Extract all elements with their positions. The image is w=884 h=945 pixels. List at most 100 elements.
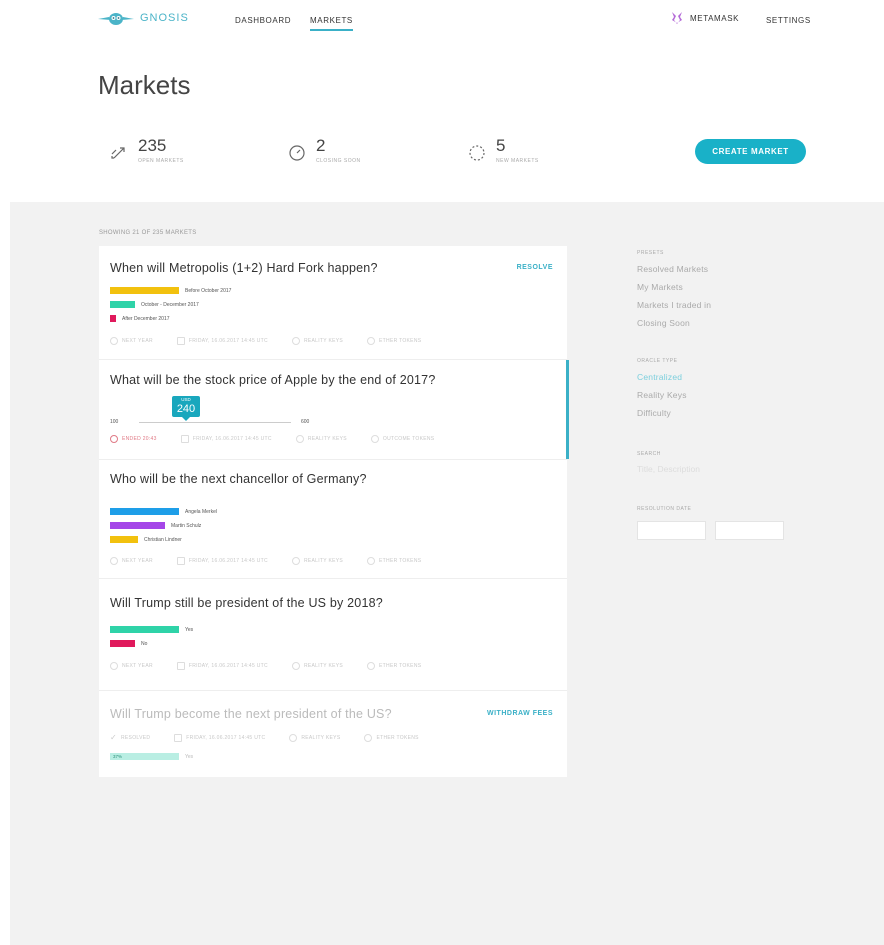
- nav-dashboard[interactable]: DASHBOARD: [235, 16, 291, 25]
- market-question[interactable]: Will Trump become the next president of …: [110, 707, 392, 721]
- market-list: When will Metropolis (1+2) Hard Fork hap…: [99, 246, 569, 777]
- outcome-label: No: [141, 640, 148, 647]
- outcome-label: Yes: [185, 753, 194, 760]
- clock-icon: [110, 337, 118, 345]
- oracle-icon: [289, 733, 298, 742]
- oracle-icon: [291, 662, 300, 670]
- meta-date: FRIDAY, 16.06.2017 14:45 UTC: [176, 557, 268, 565]
- meta-status: ✓ RESOLVED: [110, 733, 150, 742]
- metamask-account[interactable]: METAMASK: [670, 11, 739, 25]
- clock-icon: [110, 662, 118, 670]
- resolution-date-from-input[interactable]: [637, 521, 706, 540]
- stat-new-label: NEW MARKETS: [496, 158, 539, 164]
- meta-text: ETHER TOKENS: [379, 558, 422, 564]
- scalar-value: 240: [176, 403, 196, 415]
- meta-text: REALITY KEYS: [303, 663, 344, 669]
- metamask-label: METAMASK: [690, 13, 740, 23]
- calendar-icon: [176, 557, 185, 565]
- outcome-bar: [110, 640, 135, 647]
- outcome-label: Yes: [185, 626, 194, 633]
- meta-oracle: REALITY KEYS: [291, 337, 343, 345]
- market-card[interactable]: Who will be the next chancellor of Germa…: [99, 460, 567, 579]
- meta-oracle: REALITY KEYS: [291, 662, 344, 670]
- markets-page: GNOSIS DASHBOARD MARKETS METAMASK SETTIN…: [0, 0, 884, 945]
- meta-text: ETHER TOKENS: [379, 663, 422, 669]
- outcome-label: Christian Lindner: [144, 536, 182, 543]
- oracle-difficulty[interactable]: Difficulty: [637, 408, 797, 418]
- oracle-icon: [291, 337, 300, 345]
- scalar-min: 100: [110, 419, 119, 425]
- meta-token: OUTCOME TOKENS: [370, 435, 435, 443]
- meta-token: ETHER TOKENS: [364, 733, 418, 742]
- search-input[interactable]: Title, Description: [637, 464, 797, 474]
- meta-text: OUTCOME TOKENS: [382, 436, 435, 442]
- outcome-row: Yes: [110, 626, 193, 633]
- token-icon: [367, 662, 376, 670]
- market-question[interactable]: What will be the stock price of Apple by…: [110, 373, 435, 387]
- search-heading: SEARCH: [637, 451, 661, 457]
- stat-new-markets: 5 NEW MARKETS: [466, 136, 539, 164]
- outcome-bar: [110, 508, 179, 515]
- market-card[interactable]: Will Trump still be president of the US …: [99, 579, 567, 691]
- meta-text: ETHER TOKENS: [379, 338, 422, 344]
- brand-logo[interactable]: GNOSIS: [98, 10, 189, 26]
- nav-settings[interactable]: SETTINGS: [766, 16, 811, 25]
- meta-text: FRIDAY, 16.06.2017 14:45 UTC: [186, 734, 266, 741]
- resolution-date-to-input[interactable]: [715, 521, 784, 540]
- meta-date: FRIDAY, 16.06.2017 14:45 UTC: [180, 435, 272, 443]
- outcome-row: Before October 2017: [110, 287, 231, 294]
- market-card[interactable]: Will Trump become the next president of …: [99, 691, 567, 777]
- withdraw-fees-button[interactable]: WITHDRAW FEES: [487, 710, 553, 717]
- market-card[interactable]: What will be the stock price of Apple by…: [99, 360, 569, 460]
- resolution-date-heading: RESOLUTION DATE: [637, 506, 692, 512]
- stat-open-markets: 235 OPEN MARKETS: [108, 136, 184, 164]
- stat-closing-label: CLOSING SOON: [316, 158, 361, 164]
- market-question[interactable]: Who will be the next chancellor of Germa…: [110, 472, 367, 486]
- outcome-label: After December 2017: [122, 315, 170, 322]
- meta-token: ETHER TOKENS: [367, 337, 421, 345]
- preset-markets-traded[interactable]: Markets I traded in: [637, 300, 797, 310]
- owl-logo-icon: [98, 13, 134, 25]
- outcome-label: Martin Schulz: [171, 522, 202, 529]
- stat-new-value: 5: [496, 136, 506, 155]
- market-card[interactable]: When will Metropolis (1+2) Hard Fork hap…: [99, 246, 567, 360]
- market-question[interactable]: When will Metropolis (1+2) Hard Fork hap…: [110, 261, 378, 275]
- presets-heading: PRESETS: [637, 250, 664, 256]
- meta-text: FRIDAY, 16.06.2017 14:45 UTC: [188, 663, 268, 669]
- preset-closing-soon[interactable]: Closing Soon: [637, 318, 797, 328]
- top-navigation: GNOSIS DASHBOARD MARKETS METAMASK SETTIN…: [0, 0, 884, 42]
- clock-icon: [286, 142, 308, 164]
- meta-text: NEXT YEAR: [122, 558, 153, 564]
- preset-resolved-markets[interactable]: Resolved Markets: [637, 264, 797, 274]
- meta-text: NEXT YEAR: [122, 338, 153, 344]
- resolved-outcome-row: 37% Yes: [110, 753, 193, 760]
- arrows-icon: [108, 142, 130, 164]
- resolve-button[interactable]: RESOLVE: [517, 264, 553, 271]
- meta-text: FRIDAY, 16.06.2017 14:45 UTC: [188, 338, 268, 344]
- market-question[interactable]: Will Trump still be president of the US …: [110, 596, 383, 610]
- oracle-centralized[interactable]: Centralized: [637, 372, 797, 382]
- meta-oracle: REALITY KEYS: [291, 557, 343, 565]
- outcome-row: Martin Schulz: [110, 522, 201, 529]
- resolved-outcome-bar: 37%: [110, 753, 179, 760]
- meta-text: NEXT YEAR: [122, 663, 153, 669]
- preset-my-markets[interactable]: My Markets: [637, 282, 797, 292]
- nav-markets[interactable]: MARKETS: [310, 16, 353, 31]
- market-meta: NEXT YEAR FRIDAY, 16.06.2017 14:45 UTC R…: [110, 557, 445, 565]
- showing-count: SHOWING 21 OF 235 MARKETS: [99, 230, 197, 236]
- oracle-icon: [291, 557, 300, 565]
- meta-deadline: NEXT YEAR: [110, 557, 153, 565]
- meta-date: FRIDAY, 16.06.2017 14:45 UTC: [176, 337, 268, 345]
- create-market-button[interactable]: CREATE MARKET: [695, 139, 806, 164]
- scalar-track: [139, 422, 291, 423]
- meta-text: FRIDAY, 16.06.2017 14:45 UTC: [188, 558, 268, 564]
- meta-token: ETHER TOKENS: [367, 662, 421, 670]
- meta-oracle: REALITY KEYS: [289, 733, 340, 742]
- clock-icon: [110, 557, 118, 565]
- oracle-reality-keys[interactable]: Reality Keys: [637, 390, 797, 400]
- spinner-icon: [466, 142, 488, 164]
- calendar-icon: [174, 733, 183, 742]
- outcome-bar: [110, 315, 116, 322]
- scalar-unit: USD: [181, 397, 191, 402]
- calendar-icon: [176, 662, 185, 670]
